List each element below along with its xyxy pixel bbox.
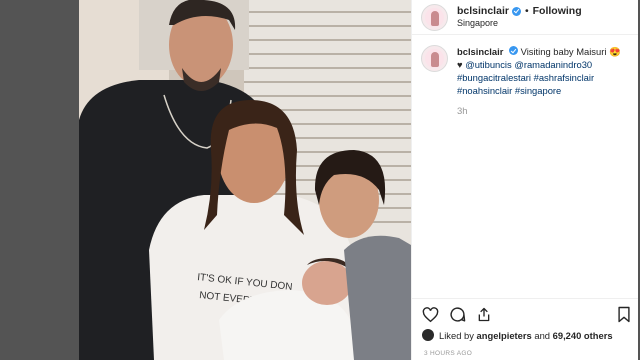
- liker-username-link[interactable]: angelpieters: [477, 330, 532, 341]
- modal-backdrop-left[interactable]: [0, 0, 79, 360]
- liker-avatar[interactable]: [422, 329, 434, 341]
- hashtag-link[interactable]: #ashrafsinclair: [534, 72, 594, 83]
- post-sidebar: bclsinclair • Following Singapore bclsin…: [411, 0, 639, 360]
- share-icon[interactable]: [476, 306, 492, 323]
- bookmark-icon[interactable]: [617, 306, 631, 323]
- post-age[interactable]: 3 HOURS AGO: [424, 350, 472, 357]
- mention-link[interactable]: @ramadanindro30: [514, 59, 592, 70]
- caption-message: Visiting baby Maisuri 😍: [520, 46, 621, 57]
- heart-emoji: ♥: [457, 59, 463, 70]
- caption-timestamp[interactable]: 3h: [457, 105, 627, 118]
- profile-avatar[interactable]: [421, 3, 448, 31]
- separator-dot: •: [524, 5, 529, 17]
- post-header: bclsinclair • Following Singapore: [412, 0, 638, 35]
- likes-count-link[interactable]: 69,240 others: [553, 330, 613, 341]
- likes-prefix: Liked by: [439, 329, 474, 341]
- heart-icon[interactable]: [422, 306, 439, 323]
- location-link[interactable]: Singapore: [457, 17, 582, 29]
- caption-text: bclsinclair Visiting baby Maisuri 😍 ♥ @u…: [457, 45, 627, 118]
- username-link[interactable]: bclsinclair: [457, 5, 509, 17]
- likes-summary: Liked by angelpieters and 69,240 others: [422, 329, 613, 341]
- following-button[interactable]: Following: [533, 5, 582, 17]
- action-bar: [412, 298, 639, 330]
- post-photo[interactable]: IT'S OK IF YOU DON NOT EVERYONE HA: [79, 0, 411, 360]
- caption-block: bclsinclair Visiting baby Maisuri 😍 ♥ @u…: [412, 35, 638, 118]
- verified-badge-icon: [511, 6, 521, 16]
- hashtag-link[interactable]: #noahsinclair: [457, 85, 512, 96]
- likes-and: and: [534, 329, 551, 341]
- caption-avatar[interactable]: [421, 45, 448, 72]
- hashtag-link[interactable]: #singapore: [515, 85, 561, 96]
- caption-username-link[interactable]: bclsinclair: [457, 46, 503, 57]
- caption-verified-badge-icon: [509, 46, 518, 55]
- mention-link[interactable]: @utibuncis: [465, 59, 512, 70]
- hashtag-link[interactable]: #bungacitralestari: [457, 72, 531, 83]
- comment-icon[interactable]: [449, 306, 466, 323]
- family-photo-illustration: IT'S OK IF YOU DON NOT EVERYONE HA: [79, 0, 411, 360]
